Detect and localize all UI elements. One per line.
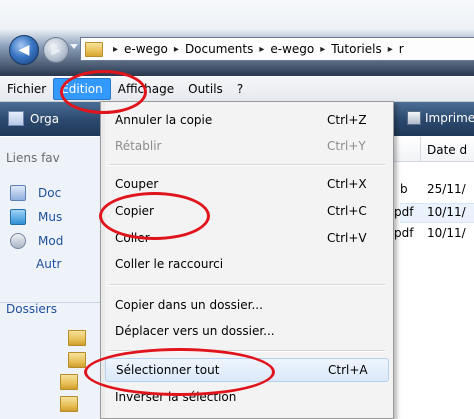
breadcrumb-separator-icon[interactable]: ▸ xyxy=(107,44,124,55)
breadcrumb-item[interactable]: e-wego xyxy=(270,42,314,56)
file-type-cell[interactable]: pdf xyxy=(394,205,413,219)
menu-help[interactable]: ? xyxy=(230,78,250,100)
menu-affichage[interactable]: Affichage xyxy=(111,78,181,100)
folder-icon xyxy=(85,41,103,57)
menu-item-move-to-folder[interactable]: Déplacer vers un dossier... xyxy=(105,320,387,344)
menu-item-invert-selection[interactable]: Inverser la sélection xyxy=(105,386,387,410)
file-type-cell[interactable]: pdf xyxy=(394,226,413,240)
menu-item-copy[interactable]: Copier Ctrl+C xyxy=(105,200,387,224)
menu-item-undo-copy[interactable]: Annuler la copie Ctrl+Z xyxy=(105,109,387,133)
column-header-date[interactable]: Date d xyxy=(427,143,467,157)
sidebar-item-recently-changed[interactable]: Mod xyxy=(10,233,63,249)
folder-icon[interactable] xyxy=(60,374,78,390)
menu-item-cut[interactable]: Couper Ctrl+X xyxy=(105,173,387,197)
sidebar-item-label: Mus xyxy=(38,210,63,224)
menu-item-shortcut: Ctrl+C xyxy=(327,204,367,218)
menu-item-copy-to-folder[interactable]: Copier dans un dossier... xyxy=(105,294,387,318)
organize-label: Orga xyxy=(30,111,60,126)
recent-changes-icon xyxy=(10,233,26,249)
menu-separator xyxy=(109,164,385,166)
menu-separator xyxy=(109,284,385,286)
favorite-links-heading: Liens fav xyxy=(6,151,60,165)
menu-item-label: Coller le raccourci xyxy=(115,257,224,271)
title-bar: ◀ ▶ ▸ e-wego ▸ Documents ▸ e-wego ▸ Tuto… xyxy=(0,0,474,76)
menu-item-label: Sélectionner tout xyxy=(116,363,220,377)
folder-icon[interactable] xyxy=(68,352,86,368)
menu-item-label: Déplacer vers un dossier... xyxy=(115,324,275,338)
menu-item-label: Couper xyxy=(115,177,159,191)
folders-heading[interactable]: Dossiers xyxy=(6,302,57,316)
breadcrumb-separator-icon[interactable]: ▸ xyxy=(168,44,185,55)
breadcrumb-separator-icon[interactable]: ▸ xyxy=(382,44,399,55)
breadcrumb-separator-icon[interactable]: ▸ xyxy=(314,44,331,55)
navigation-pane: Liens fav Doc Mus Mod Autr Dossiers xyxy=(0,137,100,419)
menu-item-label: Rétablir xyxy=(115,139,162,153)
print-label: Imprimer xyxy=(425,111,474,125)
forward-button[interactable]: ▶ xyxy=(43,37,69,63)
back-button[interactable]: ◀ xyxy=(9,35,39,65)
file-date-cell[interactable]: 10/11/ xyxy=(427,226,466,240)
menu-item-shortcut: Ctrl+Y xyxy=(327,139,366,153)
menu-item-label: Copier dans un dossier... xyxy=(115,298,263,312)
printer-icon xyxy=(407,111,421,125)
menu-item-redo[interactable]: Rétablir Ctrl+Y xyxy=(105,135,387,159)
column-divider[interactable] xyxy=(420,137,421,161)
folder-icon[interactable] xyxy=(68,330,86,346)
breadcrumb-item[interactable]: r xyxy=(399,42,404,56)
menu-item-label: Copier xyxy=(115,204,154,218)
menu-outils[interactable]: Outils xyxy=(181,78,230,100)
file-date-cell[interactable]: 10/11/ xyxy=(427,205,466,219)
edit-menu-dropdown: Annuler la copie Ctrl+Z Rétablir Ctrl+Y … xyxy=(100,101,394,419)
menu-separator xyxy=(109,350,385,352)
breadcrumb-separator-icon[interactable]: ▸ xyxy=(253,44,270,55)
folder-icon[interactable] xyxy=(60,396,78,412)
breadcrumb-item[interactable]: e-wego xyxy=(124,42,168,56)
menu-item-paste[interactable]: Coller Ctrl+V xyxy=(105,227,387,251)
breadcrumb-item[interactable]: Tutoriels xyxy=(331,42,381,56)
menu-item-label: Coller xyxy=(115,231,150,245)
menu-item-label: Annuler la copie xyxy=(115,113,213,127)
menu-item-shortcut: Ctrl+X xyxy=(327,177,367,191)
sidebar-item-music[interactable]: Mus xyxy=(10,209,62,225)
menu-item-paste-shortcut[interactable]: Coller le raccourci xyxy=(105,253,387,277)
menu-item-shortcut: Ctrl+Z xyxy=(327,113,367,127)
menu-fichier[interactable]: Fichier xyxy=(0,78,53,100)
menu-item-shortcut: Ctrl+V xyxy=(327,231,367,245)
menu-item-shortcut: Ctrl+A xyxy=(328,363,368,377)
organize-button[interactable]: Orga xyxy=(8,111,59,126)
sidebar-item-label: Mod xyxy=(38,234,64,248)
organize-icon xyxy=(8,111,24,126)
music-icon xyxy=(10,209,26,225)
explorer-window: ◀ ▶ ▸ e-wego ▸ Documents ▸ e-wego ▸ Tuto… xyxy=(0,0,474,419)
sidebar-item-label: Autr xyxy=(36,257,62,271)
file-date-cell[interactable]: 25/11/ xyxy=(427,182,466,196)
documents-icon xyxy=(10,185,26,201)
sidebar-item-label: Doc xyxy=(38,186,62,200)
menu-item-label: Inverser la sélection xyxy=(115,390,237,404)
file-type-cell[interactable]: b xyxy=(400,182,408,196)
menu-edition[interactable]: Edition xyxy=(53,78,111,100)
breadcrumb-item[interactable]: Documents xyxy=(185,42,253,56)
address-bar[interactable]: ▸ e-wego ▸ Documents ▸ e-wego ▸ Tutoriel… xyxy=(80,37,474,61)
arrow-right-icon: ▶ xyxy=(51,43,61,57)
print-button[interactable]: Imprimer xyxy=(407,111,474,125)
menu-item-select-all[interactable]: Sélectionner tout Ctrl+A xyxy=(105,358,389,382)
arrow-left-icon: ◀ xyxy=(18,42,30,58)
menu-bar: Fichier Edition Affichage Outils ? xyxy=(0,77,474,102)
sidebar-item-documents[interactable]: Doc xyxy=(10,185,61,201)
recent-pages-dropdown-icon[interactable] xyxy=(70,44,78,49)
sidebar-item-more[interactable]: Autr xyxy=(36,257,61,271)
